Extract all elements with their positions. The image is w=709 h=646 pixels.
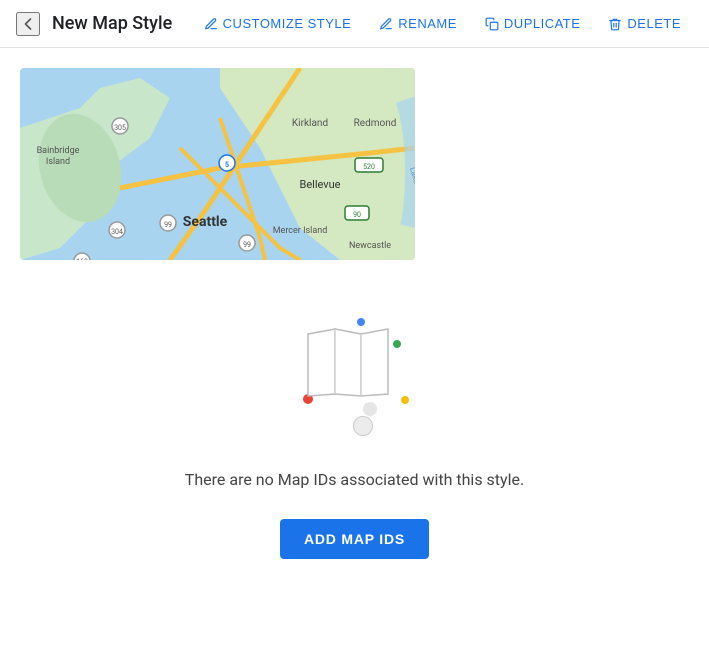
rename-icon: [379, 17, 393, 31]
svg-text:90: 90: [353, 211, 361, 219]
dot-circle-outline: [353, 416, 373, 436]
svg-text:304: 304: [111, 228, 123, 236]
map-illustration: [285, 300, 425, 440]
delete-label: DELETE: [627, 16, 681, 31]
svg-text:Seattle: Seattle: [183, 214, 228, 230]
empty-message: There are no Map IDs associated with thi…: [185, 470, 524, 489]
dot-gray-circle: [363, 402, 377, 416]
svg-text:160: 160: [76, 258, 88, 260]
svg-text:Newcastle: Newcastle: [349, 241, 391, 251]
main-content: 5 99 99 304 160 305 520 90 Seattle Belle…: [0, 48, 709, 579]
svg-text:Bellevue: Bellevue: [299, 178, 340, 191]
rename-label: RENAME: [398, 16, 457, 31]
add-map-ids-button[interactable]: ADD MAP IDS: [280, 519, 429, 559]
delete-button[interactable]: DELETE: [596, 8, 693, 39]
svg-text:99: 99: [243, 241, 251, 249]
svg-text:Redmond: Redmond: [354, 118, 397, 129]
svg-text:Mercer Island: Mercer Island: [273, 226, 328, 236]
customize-style-button[interactable]: CUSTOMIZE STYLE: [192, 8, 364, 39]
duplicate-label: DUPLICATE: [504, 16, 581, 31]
dot-yellow: [401, 396, 409, 404]
map-preview-svg: 5 99 99 304 160 305 520 90 Seattle Belle…: [20, 68, 415, 260]
svg-text:Kirkland: Kirkland: [292, 118, 328, 129]
folded-map-icon: [303, 324, 393, 404]
duplicate-icon: [485, 17, 499, 31]
svg-text:305: 305: [114, 124, 126, 132]
header-actions: CUSTOMIZE STYLE RENAME DUPLICATE DELETE: [192, 8, 693, 39]
svg-text:520: 520: [363, 163, 375, 171]
svg-text:5: 5: [225, 161, 229, 169]
map-preview: 5 99 99 304 160 305 520 90 Seattle Belle…: [20, 68, 415, 260]
page-title: New Map Style: [52, 13, 172, 34]
empty-state: There are no Map IDs associated with thi…: [20, 300, 689, 559]
rename-button[interactable]: RENAME: [367, 8, 469, 39]
dot-green: [393, 340, 401, 348]
customize-icon: [204, 17, 218, 31]
svg-text:Island: Island: [46, 157, 70, 167]
svg-text:99: 99: [164, 221, 172, 229]
delete-icon: [608, 17, 622, 31]
duplicate-button[interactable]: DUPLICATE: [473, 8, 593, 39]
customize-style-label: CUSTOMIZE STYLE: [223, 16, 352, 31]
back-button[interactable]: [16, 12, 40, 36]
back-icon: [18, 14, 38, 34]
header: New Map Style CUSTOMIZE STYLE RENAME DUP…: [0, 0, 709, 48]
svg-text:Bainbridge: Bainbridge: [37, 146, 80, 156]
